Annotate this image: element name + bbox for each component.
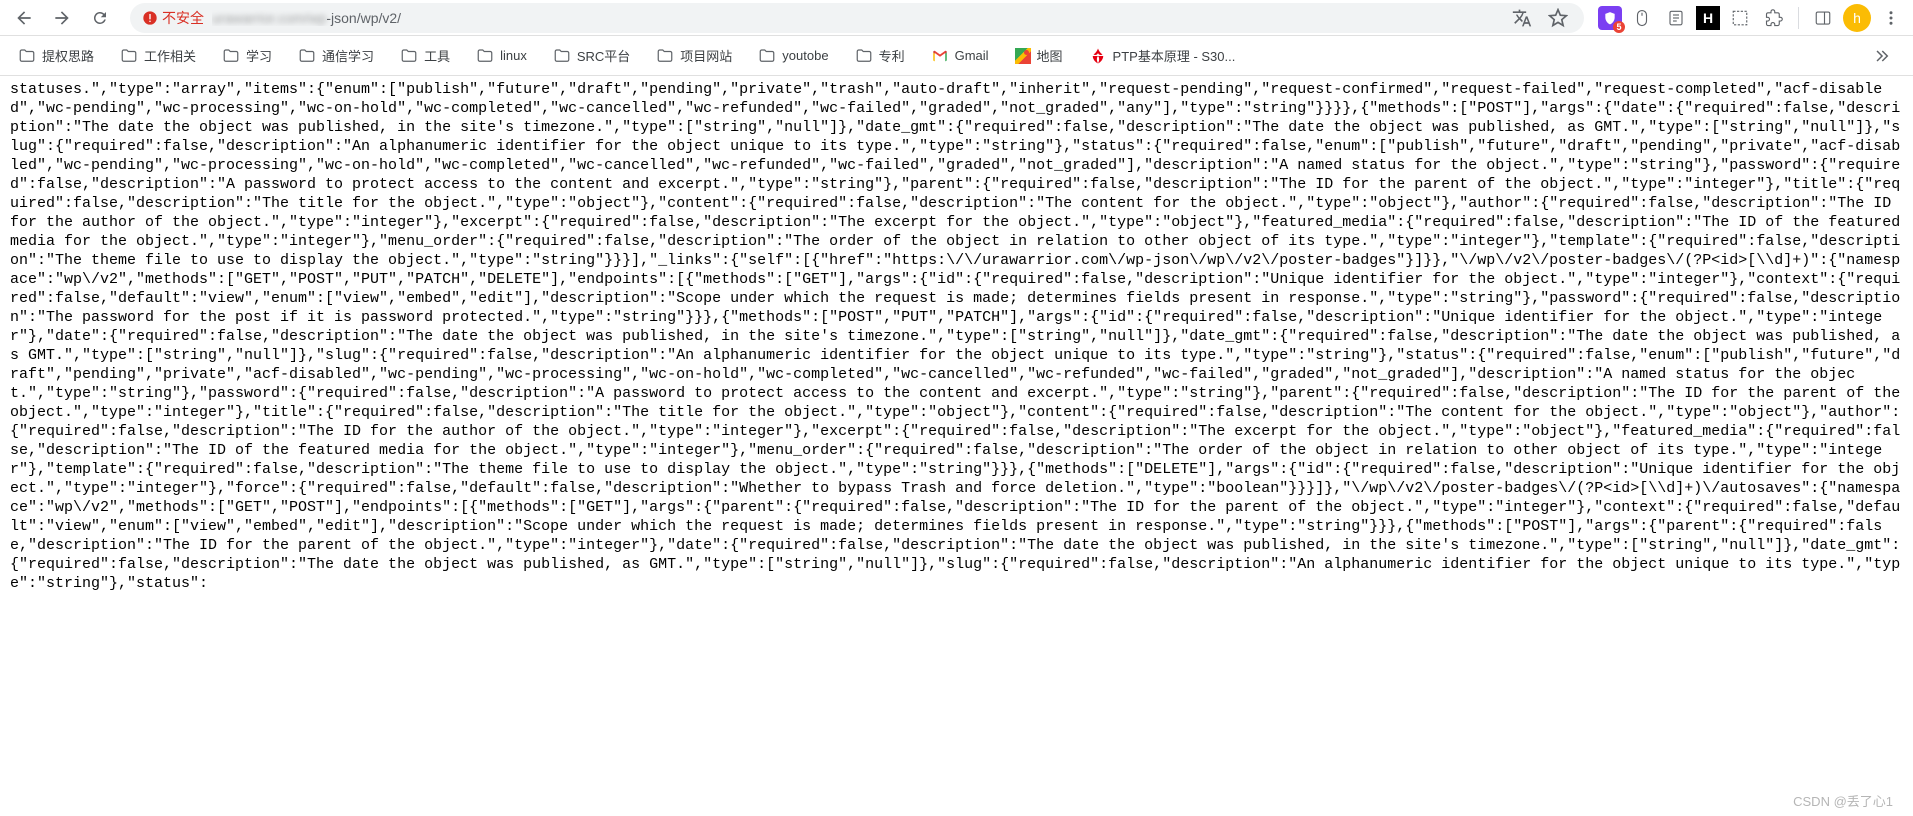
folder-icon	[656, 47, 674, 65]
bookmark-label: 学习	[246, 46, 272, 65]
bookmark-label: linux	[500, 48, 527, 63]
side-panel-icon	[1814, 9, 1832, 27]
bookmark-star-button[interactable]	[1544, 4, 1572, 32]
bookmark-label: 地图	[1037, 46, 1063, 65]
arrow-right-icon	[52, 8, 72, 28]
extension-h[interactable]: H	[1696, 6, 1720, 30]
reload-icon	[91, 9, 109, 27]
bookmark-item[interactable]: 工具	[400, 46, 450, 65]
folder-icon	[758, 47, 776, 65]
mouse-button[interactable]	[1628, 4, 1656, 32]
insecure-badge: 不安全	[142, 8, 204, 28]
bookmark-item[interactable]: linux	[476, 47, 527, 65]
bookmark-label: 项目网站	[680, 46, 732, 65]
mouse-icon	[1633, 9, 1651, 27]
bookmark-item[interactable]: Gmail	[931, 47, 989, 65]
folder-icon	[120, 47, 138, 65]
bookmark-item[interactable]: 学习	[222, 46, 272, 65]
folder-icon	[18, 47, 36, 65]
menu-button[interactable]	[1877, 4, 1905, 32]
bookmark-item[interactable]: 专利	[855, 46, 905, 65]
forward-button[interactable]	[46, 2, 78, 34]
reader-button[interactable]	[1662, 4, 1690, 32]
url-hidden: urawarrior.com/wp	[212, 10, 326, 26]
bookmark-label: 工具	[424, 46, 450, 65]
browser-toolbar: 不安全 urawarrior.com/wp-json/wp/v2/ 5 H h	[0, 0, 1913, 36]
puzzle-icon	[1765, 9, 1783, 27]
bookmark-item[interactable]: 提权思路	[18, 46, 94, 65]
bookmark-item[interactable]: 通信学习	[298, 46, 374, 65]
star-icon	[1548, 8, 1568, 28]
bookmark-item[interactable]: 工作相关	[120, 46, 196, 65]
reader-icon	[1667, 9, 1685, 27]
bookmarks-bar: 提权思路 工作相关 学习 通信学习 工具 linux SRC平台 项目网站 youtobe 专利 G…	[0, 36, 1913, 76]
insecure-label: 不安全	[162, 8, 204, 28]
gmail-icon	[931, 47, 949, 65]
bookmark-label: 通信学习	[322, 46, 374, 65]
folder-icon	[476, 47, 494, 65]
folder-icon	[400, 47, 418, 65]
extension-badge[interactable]: 5	[1598, 6, 1622, 30]
code-button[interactable]	[1726, 4, 1754, 32]
bookmark-item[interactable]: youtobe	[758, 47, 828, 65]
warning-icon	[142, 10, 158, 26]
bookmark-label: 提权思路	[42, 46, 94, 65]
address-bar[interactable]: 不安全 urawarrior.com/wp-json/wp/v2/	[130, 3, 1584, 33]
map-icon	[1015, 48, 1031, 64]
folder-icon	[298, 47, 316, 65]
divider	[1798, 7, 1799, 29]
bookmark-label: 工作相关	[144, 46, 196, 65]
bookmark-item[interactable]: SRC平台	[553, 46, 630, 65]
url-visible: -json/wp/v2/	[326, 10, 401, 26]
extensions-button[interactable]	[1760, 4, 1788, 32]
folder-icon	[222, 47, 240, 65]
bookmark-label: 专利	[879, 46, 905, 65]
bookmark-item[interactable]: 地图	[1015, 46, 1063, 65]
translate-button[interactable]	[1508, 4, 1536, 32]
chevron-double-right-icon	[1872, 47, 1890, 65]
watermark: CSDN @丢了心1	[1793, 791, 1893, 810]
folder-icon	[553, 47, 571, 65]
side-panel-button[interactable]	[1809, 4, 1837, 32]
reload-button[interactable]	[84, 2, 116, 34]
profile-avatar[interactable]: h	[1843, 4, 1871, 32]
url-text: urawarrior.com/wp-json/wp/v2/	[212, 10, 1500, 26]
bookmarks-overflow[interactable]	[1867, 42, 1895, 70]
translate-icon	[1512, 8, 1532, 28]
bookmark-item[interactable]: PTP基本原理 - S30...	[1089, 46, 1236, 65]
huawei-icon	[1089, 47, 1107, 65]
back-button[interactable]	[8, 2, 40, 34]
folder-icon	[855, 47, 873, 65]
bookmark-label: Gmail	[955, 48, 989, 63]
kebab-icon	[1882, 9, 1900, 27]
bookmark-label: SRC平台	[577, 46, 630, 65]
code-icon	[1731, 9, 1749, 27]
extension-badge-count: 5	[1613, 21, 1625, 33]
arrow-left-icon	[14, 8, 34, 28]
bookmark-label: youtobe	[782, 48, 828, 63]
json-response-body: statuses.","type":"array","items":{"enum…	[0, 76, 1913, 816]
bookmark-label: PTP基本原理 - S30...	[1113, 46, 1236, 65]
bookmark-item[interactable]: 项目网站	[656, 46, 732, 65]
